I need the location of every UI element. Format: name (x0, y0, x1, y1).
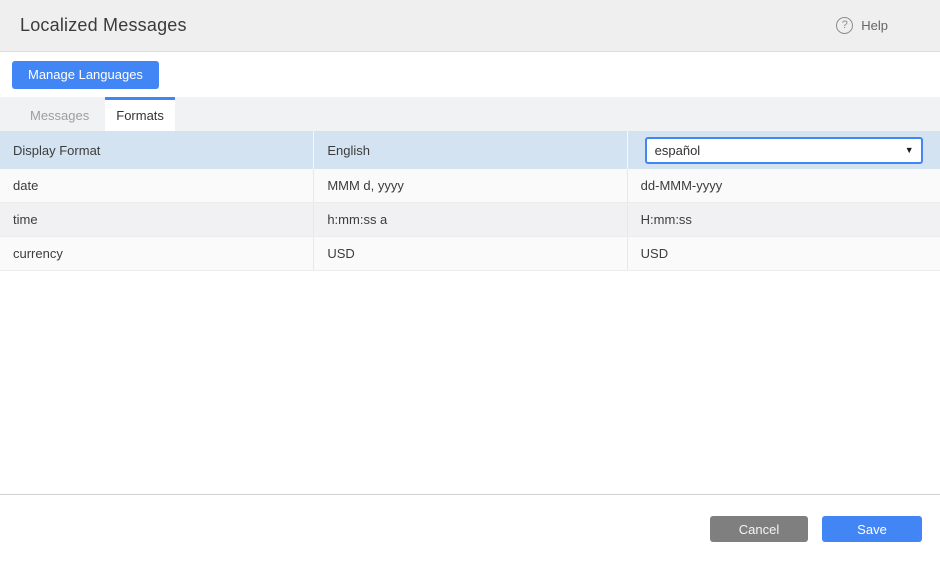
formats-table: Display Format English español ▼ date MM… (0, 131, 940, 271)
format-name: time (0, 203, 313, 236)
localized-messages-page: Localized Messages ? Help Manage Languag… (0, 0, 940, 563)
format-name: currency (0, 237, 313, 270)
format-name: date (0, 169, 313, 202)
cancel-button[interactable]: Cancel (710, 516, 808, 542)
page-title: Localized Messages (20, 15, 187, 36)
language-select-value: español (655, 143, 701, 158)
formats-table-header-row: Display Format English español ▼ (0, 131, 940, 169)
tab-messages[interactable]: Messages (14, 97, 105, 131)
format-language-value[interactable]: USD (627, 237, 940, 270)
toolbar: Manage Languages (0, 52, 940, 97)
format-english-value: USD (313, 237, 626, 270)
column-header-display-format: Display Format (0, 131, 313, 169)
language-select[interactable]: español ▼ (645, 137, 923, 164)
tab-formats[interactable]: Formats (105, 97, 175, 131)
column-header-language-cell: español ▼ (627, 131, 940, 169)
format-english-value: h:mm:ss a (313, 203, 626, 236)
page-header: Localized Messages ? Help (0, 0, 940, 52)
format-english-value: MMM d, yyyy (313, 169, 626, 202)
table-row-time: time h:mm:ss a H:mm:ss (0, 203, 940, 237)
tab-strip: Messages Formats (0, 97, 940, 131)
table-row-date: date MMM d, yyyy dd-MMM-yyyy (0, 169, 940, 203)
format-language-value[interactable]: dd-MMM-yyyy (627, 169, 940, 202)
help-link[interactable]: ? Help (836, 17, 888, 34)
help-question-icon: ? (836, 17, 853, 34)
footer-action-bar: Cancel Save (0, 494, 940, 563)
column-header-english: English (313, 131, 626, 169)
manage-languages-button[interactable]: Manage Languages (12, 61, 159, 89)
table-row-currency: currency USD USD (0, 237, 940, 271)
chevron-down-icon: ▼ (905, 145, 914, 155)
format-language-value[interactable]: H:mm:ss (627, 203, 940, 236)
help-label: Help (861, 18, 888, 33)
save-button[interactable]: Save (822, 516, 922, 542)
